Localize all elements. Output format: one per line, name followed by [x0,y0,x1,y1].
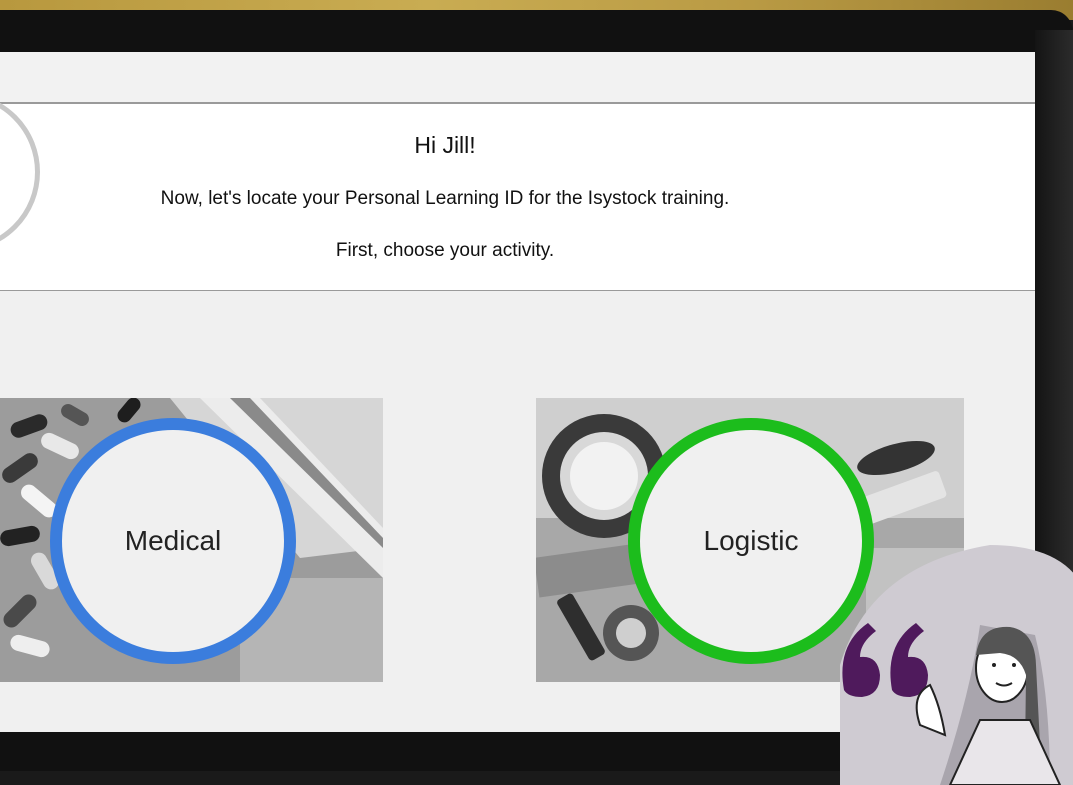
prompt-text: First, choose your activity. [335,240,555,261]
activity-card-medical[interactable]: Medical [0,398,383,682]
woman-illustration [840,545,1073,785]
page-title: Hi Jill! [414,132,476,158]
welcome-banner: Hi Jill! Now, let's locate your Personal… [0,92,1035,291]
medical-label: Medical [124,525,222,556]
instruction-text: Now, let's locate your Personal Learning… [160,188,730,209]
app-topbar [0,52,1035,104]
logistic-label: Logistic [703,525,799,556]
avatar [0,92,40,252]
medical-button[interactable]: Medical [50,418,296,664]
